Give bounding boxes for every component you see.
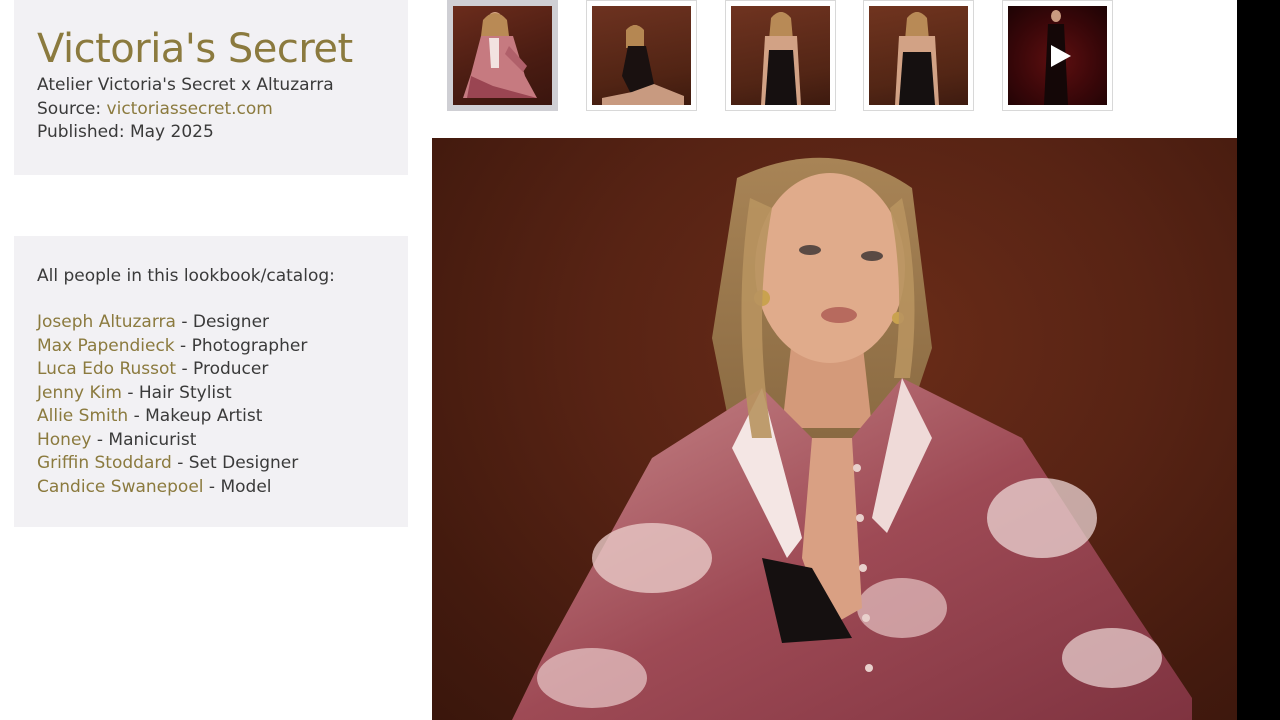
person-link[interactable]: Honey: [37, 430, 91, 450]
person-role: - Model: [203, 476, 272, 497]
person-link[interactable]: Jenny Kim: [37, 383, 122, 403]
person-role: - Producer: [176, 359, 269, 379]
thumbnail-3[interactable]: [725, 0, 836, 111]
thumbnail-image: [1008, 6, 1107, 105]
thumbnail-image: [731, 6, 830, 105]
person-item: Griffin Stoddard - Set Designer: [37, 452, 408, 476]
person-link[interactable]: Max Papendieck: [37, 336, 175, 356]
collection-subtitle: Atelier Victoria's Secret x Altuzarra: [37, 75, 334, 95]
right-edge-strip: [1237, 0, 1280, 720]
people-card: All people in this lookbook/catalog: Jos…: [14, 236, 408, 527]
play-icon: [1050, 44, 1071, 67]
person-item: Jenny Kim - Hair Stylist: [37, 382, 408, 406]
person-role: - Manicurist: [91, 429, 197, 450]
thumbnail-1[interactable]: [447, 0, 558, 111]
person-item: Candice Swanepoel - Model: [37, 476, 408, 500]
person-item: Honey - Manicurist: [37, 429, 408, 453]
person-role: - Set Designer: [171, 453, 299, 473]
person-item: Allie Smith - Makeup Artist: [37, 405, 408, 429]
person-role: - Makeup Artist: [128, 406, 263, 426]
person-link[interactable]: Griffin Stoddard: [37, 453, 172, 473]
people-heading: All people in this lookbook/catalog:: [37, 266, 335, 286]
person-role: - Hair Stylist: [121, 382, 232, 403]
person-item: Luca Edo Russot - Producer: [37, 358, 408, 382]
person-item: Joseph Altuzarra - Designer: [37, 311, 408, 335]
thumbnail-2[interactable]: [586, 0, 697, 111]
lookbook-info-card: Victoria's Secret Atelier Victoria's Sec…: [14, 0, 408, 175]
published-date: Published: May 2025: [37, 122, 214, 142]
thumbnail-image: [592, 6, 691, 105]
person-link[interactable]: Luca Edo Russot: [37, 359, 176, 379]
person-item: Max Papendieck - Photographer: [37, 335, 408, 359]
main-photo[interactable]: [432, 138, 1237, 720]
source-line: Source: victoriassecret.com: [37, 98, 408, 122]
thumbnail-5-video[interactable]: [1002, 0, 1113, 111]
source-link[interactable]: victoriassecret.com: [107, 99, 273, 119]
person-role: - Designer: [175, 312, 270, 332]
lookbook-page: Victoria's Secret Atelier Victoria's Sec…: [0, 0, 1280, 720]
thumbnail-image: [453, 6, 552, 105]
person-link[interactable]: Candice Swanepoel: [37, 477, 204, 497]
source-label: Source:: [37, 98, 102, 119]
brand-title: Victoria's Secret: [37, 26, 353, 72]
person-link[interactable]: Joseph Altuzarra: [37, 312, 176, 332]
thumbnail-4[interactable]: [863, 0, 974, 111]
person-link[interactable]: Allie Smith: [37, 406, 128, 426]
thumbnail-image: [869, 6, 968, 105]
person-role: - Photographer: [174, 335, 308, 356]
